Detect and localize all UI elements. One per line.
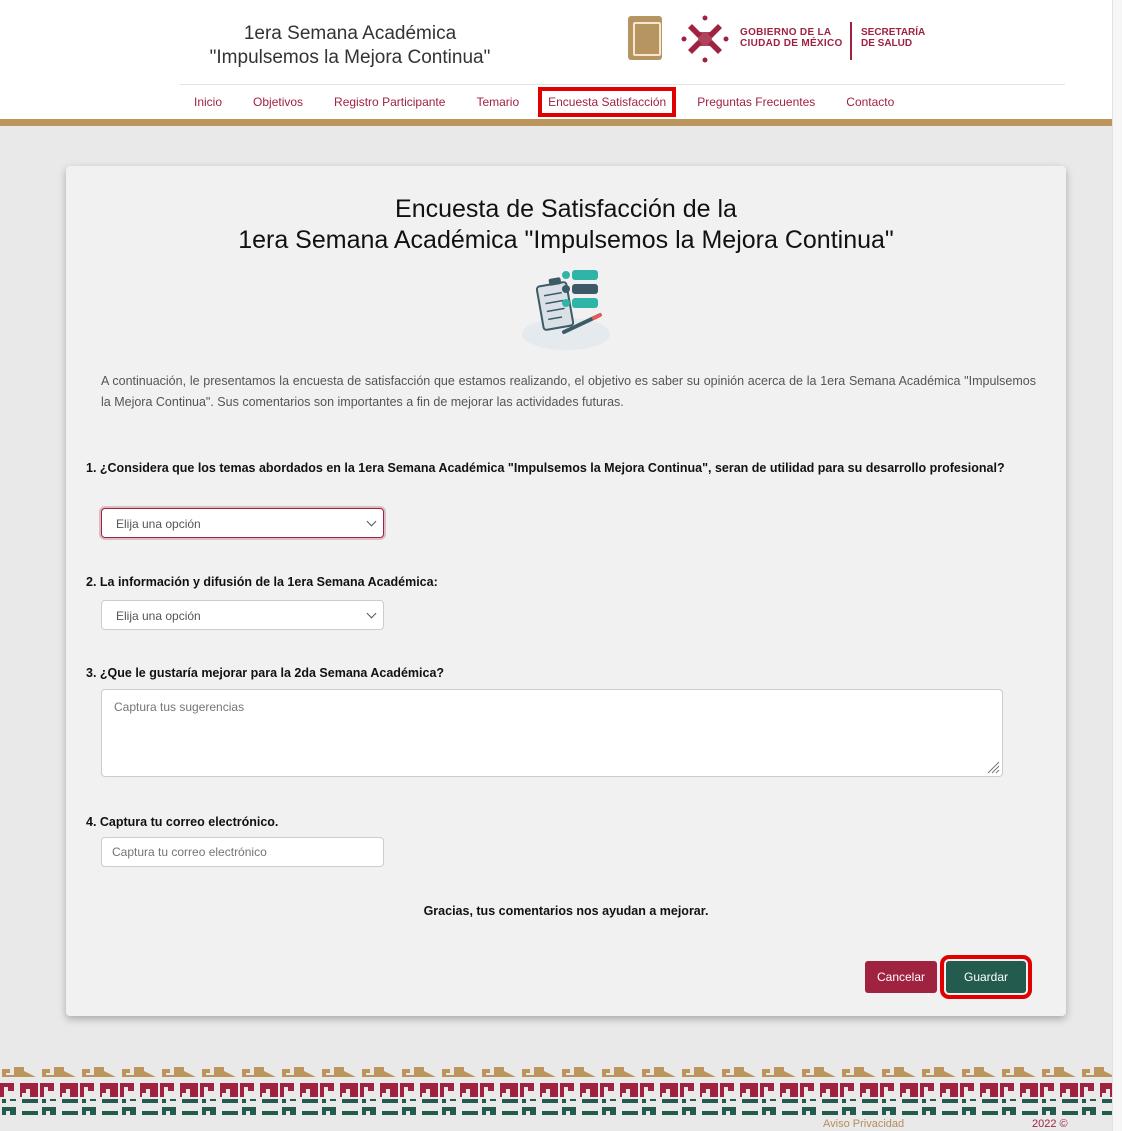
nav-contacto[interactable]: Contacto — [846, 91, 894, 113]
logo-divider — [850, 22, 852, 60]
sec-line2: DE SALUD — [861, 38, 913, 49]
question-1-value: Elija una opción — [116, 517, 201, 531]
email-field[interactable] — [101, 837, 384, 867]
cdmx-seal-icon — [628, 16, 662, 60]
survey-title-line1: Encuesta de Satisfacción de la — [395, 195, 737, 223]
survey-title: Encuesta de Satisfacción de la 1era Sema… — [66, 194, 1066, 256]
cancel-button[interactable]: Cancelar — [865, 961, 937, 993]
survey-card: Encuesta de Satisfacción de la 1era Sema… — [66, 166, 1066, 1016]
chevron-down-icon — [366, 516, 377, 527]
suggestions-textarea[interactable] — [101, 689, 1003, 777]
main-nav: Inicio Objetivos Registro Participante T… — [180, 84, 1065, 118]
gov-line2: CIUDAD DE MÉXICO — [740, 38, 843, 49]
question-1-select[interactable]: Elija una opción — [101, 508, 384, 538]
site-title-line1: 1era Semana Académica — [243, 23, 457, 44]
nav-encuesta-satisfaccion[interactable]: Encuesta Satisfacción — [538, 86, 677, 117]
sec-line1: SECRETARÍA — [861, 27, 926, 38]
survey-title-line2: 1era Semana Académica "Impulsemos la Mej… — [238, 226, 894, 254]
site-header: 1era Semana Académica "Impulsemos la Mej… — [0, 0, 1112, 126]
nav-inicio[interactable]: Inicio — [194, 91, 222, 113]
question-3-label: 3. ¿Que le gustaría mejorar para la 2da … — [86, 666, 445, 680]
gov-line1: GOBIERNO DE LA — [740, 27, 832, 38]
greca-footer-pattern — [0, 1063, 1112, 1115]
nav-preguntas-frecuentes[interactable]: Preguntas Frecuentes — [697, 91, 815, 113]
gov-cdmx-wordmark: GOBIERNO DE LA CIUDAD DE MÉXICO — [740, 27, 843, 49]
page-scrollbar[interactable] — [1112, 0, 1122, 1131]
nav-objetivos[interactable]: Objetivos — [253, 91, 303, 113]
site-title: 1era Semana Académica "Impulsemos la Mej… — [170, 22, 530, 70]
question-2-value: Elija una opción — [116, 609, 201, 623]
copyright-text: 2022 © SEDESA — [1032, 1118, 1077, 1131]
nav-registro-participante[interactable]: Registro Participante — [334, 91, 445, 113]
secretaria-wordmark: SECRETARÍA DE SALUD — [861, 27, 925, 49]
nav-temario[interactable]: Temario — [476, 91, 519, 113]
cdmx-logo-icon — [681, 15, 729, 63]
survey-illustration-icon — [522, 270, 610, 350]
question-2-select[interactable]: Elija una opción — [101, 600, 384, 630]
privacy-notice-link[interactable]: Aviso Privacidad — [823, 1118, 904, 1130]
question-4-label: 4. Captura tu correo electrónico. — [86, 815, 279, 829]
question-2-label: 2. La información y difusión de la 1era … — [86, 575, 438, 589]
question-1-label: 1. ¿Considera que los temas abordados en… — [86, 461, 1005, 475]
chevron-down-icon — [366, 608, 377, 619]
footer: Aviso Privacidad 2022 © SEDESA — [0, 1116, 1112, 1131]
site-title-line2: "Impulsemos la Mejora Continua" — [209, 47, 491, 68]
save-button[interactable]: Guardar — [940, 955, 1032, 999]
resize-grip-icon[interactable] — [986, 760, 1000, 774]
survey-intro: A continuación, le presentamos la encues… — [101, 374, 1036, 409]
thanks-message: Gracias, tus comentarios nos ayudan a me… — [423, 904, 709, 918]
